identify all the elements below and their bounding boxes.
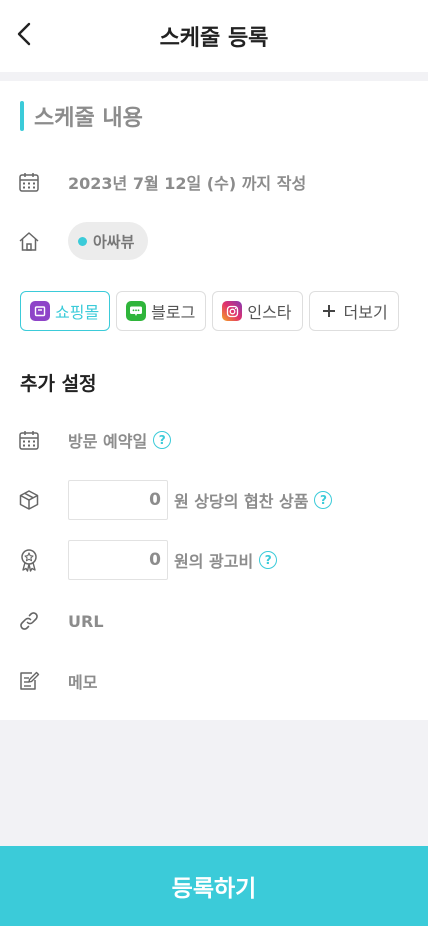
platform-label: 쇼핑몰 [55, 303, 100, 322]
store-name: 아싸뷰 [93, 232, 135, 251]
platform-button-shopping[interactable]: 쇼핑몰 [20, 291, 111, 331]
memo-label: 메모 [68, 673, 98, 692]
home-icon [18, 230, 40, 252]
url-row[interactable]: URL [18, 601, 104, 641]
memo-row[interactable]: 메모 [18, 661, 97, 701]
deadline-row: 2023년 7월 12일 (수) 까지 작성 [18, 162, 306, 202]
platform-selector: 쇼핑몰 블로그 인스타 더보기 [20, 291, 399, 331]
help-icon[interactable]: ? [259, 551, 278, 569]
deadline-text: 2023년 7월 12일 (수) 까지 작성 [68, 174, 307, 193]
section-accent-bar [20, 101, 24, 131]
box-icon [18, 489, 40, 511]
store-row: 아싸뷰 [18, 221, 149, 261]
plus-icon [319, 301, 339, 321]
visit-date-label: 방문 예약일 [68, 432, 148, 451]
visit-date-row[interactable]: 방문 예약일 ? [18, 420, 172, 460]
section-header: 스케줄 내용 [20, 101, 143, 131]
product-value-input[interactable]: 0 [68, 480, 168, 520]
submit-button[interactable]: 등록하기 [0, 846, 428, 926]
schedule-card: 스케줄 내용 2023년 7월 12일 (수) 까지 작성 아싸뷰 쇼핑몰 블로… [0, 81, 428, 720]
section-title: 스케줄 내용 [34, 106, 143, 131]
blog-icon [126, 301, 147, 321]
award-badge-icon [18, 549, 40, 572]
platform-button-more[interactable]: 더보기 [308, 291, 399, 331]
help-icon[interactable]: ? [153, 431, 172, 449]
page-title: 스케줄 등록 [159, 26, 269, 51]
product-value-label: 원 상당의 협찬 상품 [174, 492, 309, 511]
header: 스케줄 등록 [0, 0, 428, 72]
platform-button-blog[interactable]: 블로그 [116, 291, 207, 331]
store-chip: 아싸뷰 [68, 222, 149, 260]
calendar-icon [18, 429, 40, 451]
product-value-row: 0 원 상당의 협찬 상품 ? [18, 480, 333, 520]
extra-settings-title: 추가 설정 [20, 373, 97, 395]
platform-label: 블로그 [151, 303, 196, 322]
instagram-icon [222, 301, 243, 321]
ad-fee-row: 0 원의 광고비 ? [18, 540, 278, 580]
ad-fee-input[interactable]: 0 [68, 540, 168, 580]
platform-button-instagram[interactable]: 인스타 [212, 291, 303, 331]
help-icon[interactable]: ? [314, 491, 333, 509]
url-label: URL [68, 611, 104, 631]
link-icon [18, 610, 40, 632]
ad-fee-label: 원의 광고비 [174, 552, 254, 571]
status-dot [78, 236, 87, 246]
platform-label: 더보기 [343, 303, 388, 322]
platform-label: 인스타 [247, 303, 292, 322]
memo-edit-icon [18, 670, 40, 692]
shopping-mall-icon [30, 301, 50, 321]
calendar-icon [18, 171, 40, 193]
